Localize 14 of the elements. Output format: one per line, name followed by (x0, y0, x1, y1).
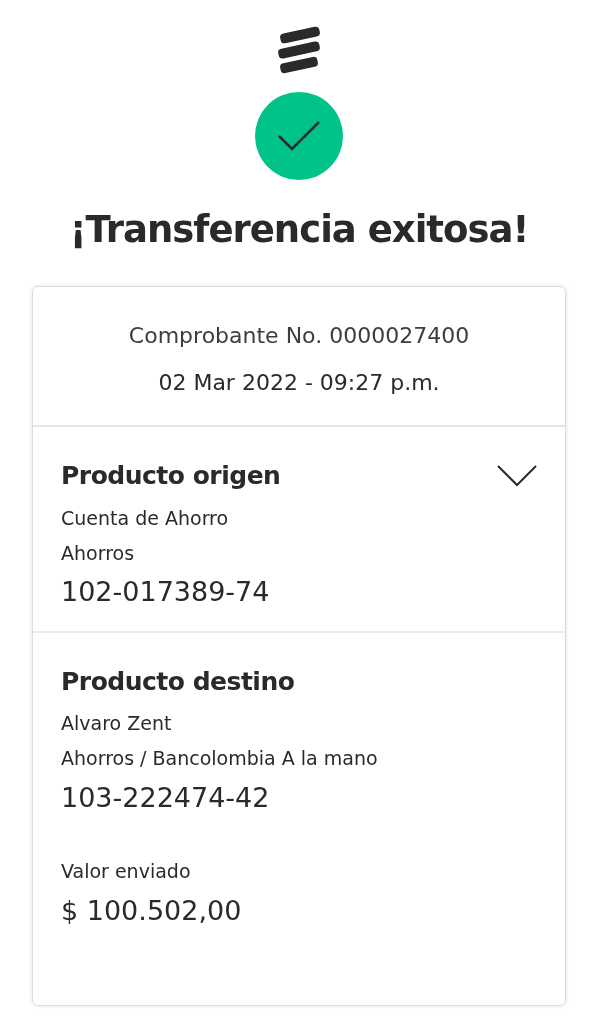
amount-value: $ 100.502,00 (61, 894, 243, 929)
section-title: Producto origen (61, 460, 281, 493)
amount-label: Valor enviado (61, 858, 192, 884)
detail-text: Ahorros / Bancolombia A la mano (61, 747, 379, 771)
detail-text: Cuenta de Ahorro (61, 506, 230, 530)
receipt-date: 02 Mar 2022 - 09:27 p.m. (157, 369, 441, 398)
section-title: Producto destino (61, 666, 295, 698)
page-title: ¡Transferencia exitosa! (69, 208, 529, 253)
detail-text: Ahorros (61, 541, 136, 565)
chevron-down-icon[interactable] (497, 465, 537, 488)
detail-text: Alvaro Zent (61, 712, 173, 736)
receipt-number: Comprobante No. 0000027400 (127, 322, 471, 351)
account-number: 102-017389-74 (61, 575, 271, 610)
account-number: 103-222474-42 (61, 781, 271, 816)
